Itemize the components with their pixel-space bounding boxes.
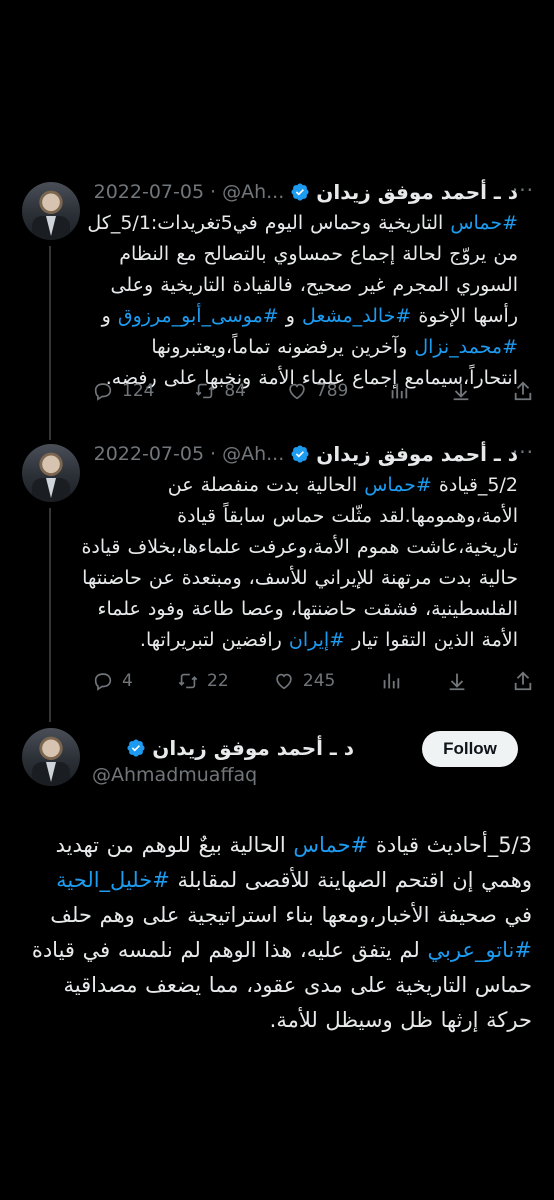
hashtag-link[interactable]: #ناتو_عربي bbox=[428, 938, 533, 962]
thread-connector bbox=[49, 246, 51, 440]
text-segment: 5/3_أحاديث قيادة bbox=[368, 833, 532, 857]
hashtag-link[interactable]: #حماس bbox=[364, 474, 432, 496]
like-button[interactable]: 789 bbox=[286, 380, 348, 402]
views-button[interactable] bbox=[380, 670, 402, 692]
text-segment: التاريخية وحماس اليوم في5تغريدات: bbox=[150, 212, 451, 234]
verified-badge-icon bbox=[127, 739, 145, 757]
text-segment: الحالية بدت منفصلة عن الأمة،وهمومها.لقد … bbox=[81, 474, 518, 651]
separator-dot: · bbox=[210, 443, 217, 465]
retweet-icon bbox=[196, 383, 215, 399]
views-icon bbox=[391, 383, 408, 399]
author-handle[interactable]: @Ahmadmuaffaq bbox=[92, 764, 257, 786]
tweet-date[interactable]: 2022-07-05 bbox=[94, 443, 204, 465]
author-name[interactable]: د ـ أحمد موفق زيدان bbox=[316, 442, 518, 466]
hashtag-link[interactable]: #خالد_مشعل bbox=[302, 305, 411, 327]
retweet-button[interactable]: 22 bbox=[177, 670, 229, 692]
hashtag-link[interactable]: #حماس bbox=[293, 833, 368, 857]
share-button[interactable] bbox=[512, 670, 534, 692]
bookmark-icon bbox=[449, 673, 465, 691]
text-segment: رافضين لتبريراتها. bbox=[139, 629, 289, 651]
verified-badge-icon bbox=[291, 183, 309, 201]
action-bar: 4 22 245 bbox=[92, 670, 534, 692]
hashtag-link[interactable]: #محمد_نزال bbox=[414, 336, 518, 358]
reply-count: 124 bbox=[122, 381, 155, 401]
reply-button[interactable]: 4 bbox=[92, 670, 133, 692]
bookmark-button[interactable] bbox=[446, 670, 468, 692]
like-count: 245 bbox=[302, 671, 336, 691]
like-icon bbox=[276, 673, 292, 690]
reply-icon bbox=[94, 673, 112, 691]
author-handle[interactable]: @Ah... bbox=[222, 443, 284, 465]
share-button[interactable] bbox=[512, 380, 534, 402]
author-name[interactable]: د ـ أحمد موفق زيدان bbox=[152, 736, 354, 760]
hashtag-link[interactable]: #حماس bbox=[450, 212, 518, 234]
tweet-text: 5/2_قيادة #حماس الحالية بدت منفصلة عن ال… bbox=[78, 470, 518, 656]
retweet-count: 84 bbox=[224, 381, 246, 401]
text-segment: و bbox=[278, 305, 302, 327]
retweet-button[interactable]: 84 bbox=[194, 380, 246, 402]
views-button[interactable] bbox=[388, 380, 410, 402]
more-options-icon[interactable]: ··· bbox=[512, 178, 534, 202]
bookmark-icon bbox=[453, 383, 469, 401]
follow-button[interactable]: Follow bbox=[422, 731, 518, 767]
action-bar: 124 84 789 bbox=[92, 380, 534, 402]
like-count: 789 bbox=[315, 381, 349, 401]
tweet-text: #حماس التاريخية وحماس اليوم في5تغريدات:5… bbox=[78, 208, 518, 394]
retweet-count: 22 bbox=[207, 671, 229, 691]
bookmark-button[interactable] bbox=[450, 380, 472, 402]
text-segment: و bbox=[101, 305, 118, 327]
reply-count: 4 bbox=[122, 671, 133, 691]
retweet-icon bbox=[178, 673, 198, 689]
author-name[interactable]: د ـ أحمد موفق زيدان bbox=[316, 180, 518, 204]
text-segment: في صحيفة الأخبار،ومعها بناء استراتيجية ع… bbox=[50, 903, 532, 927]
share-icon bbox=[514, 671, 532, 691]
avatar[interactable] bbox=[22, 728, 80, 786]
separator-dot: · bbox=[210, 181, 217, 203]
share-icon bbox=[514, 381, 532, 401]
hashtag-link[interactable]: #إيران bbox=[289, 629, 345, 651]
verified-badge-icon bbox=[291, 445, 309, 463]
tweet-text: 5/3_أحاديث قيادة #حماس الحالية بيعٌ للوه… bbox=[22, 828, 532, 1038]
views-icon bbox=[383, 673, 399, 689]
hashtag-link[interactable]: #خليل_الحية bbox=[56, 868, 170, 892]
reply-icon bbox=[94, 383, 112, 401]
reply-button[interactable]: 124 bbox=[92, 380, 154, 402]
text-segment: 5/2_قيادة bbox=[431, 474, 518, 496]
avatar[interactable] bbox=[22, 444, 80, 502]
author-handle[interactable]: @Ah... bbox=[222, 181, 284, 203]
tweet-date[interactable]: 2022-07-05 bbox=[94, 181, 204, 203]
more-options-icon[interactable]: ··· bbox=[512, 440, 534, 464]
avatar[interactable] bbox=[22, 182, 80, 240]
like-icon bbox=[289, 383, 305, 400]
like-button[interactable]: 245 bbox=[273, 670, 335, 692]
hashtag-link[interactable]: #موسى_أبو_مرزوق bbox=[118, 305, 279, 327]
thread-connector bbox=[49, 508, 51, 722]
